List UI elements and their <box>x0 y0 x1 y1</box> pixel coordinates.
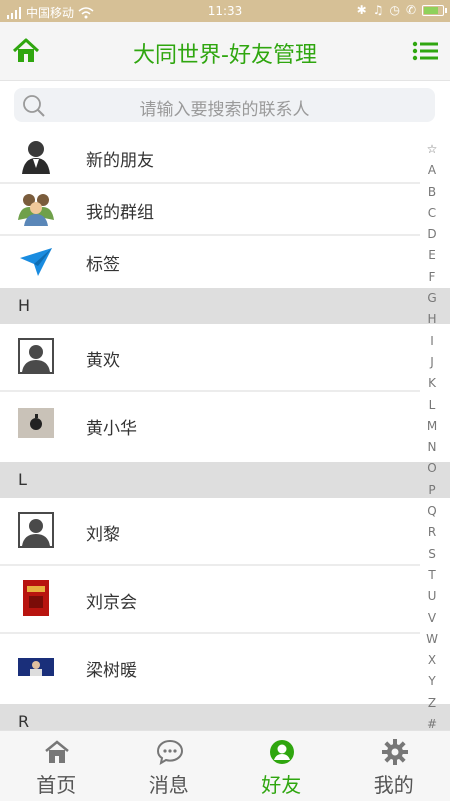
top-header: 大同世界-好友管理 <box>0 22 450 81</box>
index-letter[interactable]: G <box>421 288 443 309</box>
tab-friends[interactable]: 好友 <box>225 731 338 801</box>
tags-item[interactable]: 标签 <box>0 236 420 286</box>
friends-icon <box>269 739 295 765</box>
tab-label: 好友 <box>225 769 338 798</box>
new-friends-item[interactable]: 新的朋友 <box>0 132 420 182</box>
contact-row[interactable]: 刘京会 <box>0 566 420 632</box>
index-letter[interactable]: K <box>421 373 443 394</box>
section-letter: L <box>18 470 27 489</box>
tags-label: 标签 <box>86 250 120 275</box>
call-icon: ✆ <box>406 3 416 17</box>
index-letter[interactable]: U <box>421 586 443 607</box>
index-letter[interactable]: Z <box>421 693 443 714</box>
index-letter[interactable]: ☆ <box>421 139 443 160</box>
index-letter[interactable]: J <box>421 352 443 373</box>
settings-gear-icon <box>382 739 408 765</box>
contact-row[interactable]: 刘黎 <box>0 498 420 564</box>
contact-name: 黄欢 <box>86 346 120 371</box>
index-letter[interactable]: B <box>421 182 443 203</box>
contact-name: 黄小华 <box>86 414 137 439</box>
index-letter[interactable]: O <box>421 458 443 479</box>
index-letter[interactable]: R <box>421 522 443 543</box>
index-letter[interactable]: F <box>421 267 443 288</box>
contact-name: 刘京会 <box>86 588 137 613</box>
default-avatar-icon <box>18 338 54 374</box>
search-bar[interactable]: 请输入要搜索的联系人 <box>14 88 435 122</box>
section-letter: H <box>18 296 30 315</box>
index-letter[interactable]: N <box>421 437 443 458</box>
bottom-tab-bar: 首页 消息 好友 我的 <box>0 730 450 801</box>
new-friends-label: 新的朋友 <box>86 146 154 171</box>
index-letter[interactable]: A <box>421 160 443 181</box>
battery-icon <box>422 5 444 16</box>
contact-name: 梁树暖 <box>86 656 137 681</box>
tab-home[interactable]: 首页 <box>0 731 113 801</box>
index-letter[interactable]: C <box>421 203 443 224</box>
contact-name: 刘黎 <box>86 520 120 545</box>
tab-label: 我的 <box>338 769 450 798</box>
mute-icon: ♫ <box>373 3 384 17</box>
index-letter[interactable]: D <box>421 224 443 245</box>
index-letter[interactable]: T <box>421 565 443 586</box>
status-bar: 中国移动 11:33 ✱ ♫ ◷ ✆ <box>0 0 450 22</box>
apple-avatar-icon <box>18 408 54 438</box>
alarm-icon: ◷ <box>389 3 399 17</box>
section-header-h: H <box>0 288 450 324</box>
index-letter[interactable]: L <box>421 395 443 416</box>
index-letter[interactable]: V <box>421 608 443 629</box>
tab-label: 消息 <box>113 769 226 798</box>
group-icon <box>18 190 54 226</box>
index-letter[interactable]: E <box>421 245 443 266</box>
index-letter[interactable]: M <box>421 416 443 437</box>
index-letter[interactable]: P <box>421 480 443 501</box>
default-avatar-icon <box>18 512 54 548</box>
alphabet-index[interactable]: ☆ A B C D E F G H I J K L M N O P Q R S … <box>421 139 443 735</box>
my-groups-item[interactable]: 我的群组 <box>0 184 420 234</box>
bluetooth-icon: ✱ <box>357 3 367 17</box>
contact-row[interactable]: 梁树暖 <box>0 634 420 700</box>
my-groups-label: 我的群组 <box>86 198 154 223</box>
tag-plane-icon <box>18 244 54 280</box>
page-title: 大同世界-好友管理 <box>0 37 450 69</box>
index-letter[interactable]: Y <box>421 671 443 692</box>
contact-row[interactable]: 黄欢 <box>0 324 420 390</box>
index-letter[interactable]: X <box>421 650 443 671</box>
list-menu-icon[interactable] <box>412 40 438 62</box>
message-icon <box>157 739 183 765</box>
tab-mine[interactable]: 我的 <box>338 731 450 801</box>
photo-avatar-icon <box>18 658 54 676</box>
index-letter[interactable]: W <box>421 629 443 650</box>
home-tab-icon <box>44 739 70 765</box>
index-letter[interactable]: S <box>421 544 443 565</box>
status-right: ✱ ♫ ◷ ✆ <box>357 3 444 17</box>
index-letter[interactable]: I <box>421 331 443 352</box>
section-header-l: L <box>0 462 450 498</box>
index-letter[interactable]: Q <box>421 501 443 522</box>
new-friend-icon <box>18 138 54 174</box>
poster-avatar-icon <box>23 580 49 616</box>
section-letter: R <box>18 712 29 731</box>
index-letter[interactable]: H <box>421 309 443 330</box>
tab-label: 首页 <box>0 769 113 798</box>
tab-messages[interactable]: 消息 <box>113 731 226 801</box>
contact-row[interactable]: 黄小华 <box>0 392 420 458</box>
search-input[interactable]: 请输入要搜索的联系人 <box>14 95 435 120</box>
